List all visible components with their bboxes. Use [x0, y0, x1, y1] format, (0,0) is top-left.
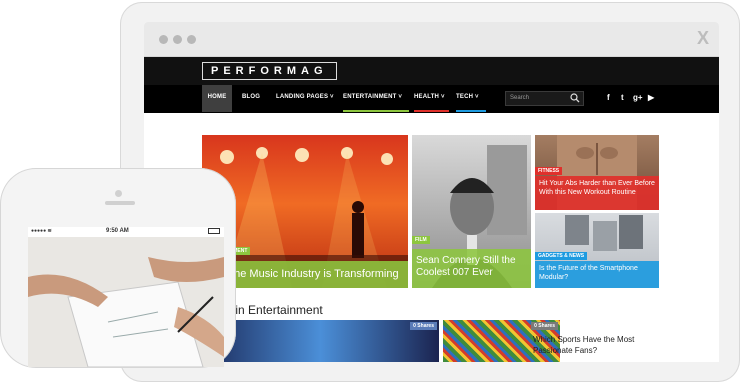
signal-icon: ●●●●● ≋ [31, 228, 52, 234]
category-tag[interactable]: FILM [412, 236, 430, 244]
post-title[interactable]: Which Sports Have the Most Passionate Fa… [533, 334, 653, 356]
browser-title-bar: X [144, 22, 719, 57]
facebook-icon[interactable]: f [607, 93, 610, 102]
status-bar: ●●●●● ≋ 9:50 AM [28, 227, 224, 237]
site-logo[interactable]: PERFORMAG [202, 62, 337, 80]
camera-icon [115, 190, 122, 197]
clock: 9:50 AM [106, 228, 129, 234]
featured-tile-fitness[interactable]: FITNESS Hit Your Abs Harder than Ever Be… [535, 135, 659, 210]
main-nav: HOME BLOG LANDING PAGES ˅ ENTERTAINMENT … [144, 85, 719, 113]
featured-tile-gadgets[interactable]: GADGETS & NEWS Is the Future of the Smar… [535, 213, 659, 288]
nav-blog[interactable]: BLOG [242, 85, 260, 112]
phone-mockup: ●●●●● ≋ 9:50 AM [0, 168, 236, 368]
search-input[interactable]: Search [505, 91, 584, 106]
share-count: 0 Shares [531, 322, 558, 330]
battery-icon [208, 228, 220, 234]
youtube-icon[interactable]: ▶ [648, 93, 654, 102]
tile-caption[interactable]: Sean Connery Still the Coolest 007 Ever [412, 249, 531, 288]
speaker-icon [105, 201, 135, 205]
twitter-icon[interactable]: t [621, 93, 624, 102]
nav-tech[interactable]: TECH ˅ [456, 85, 486, 112]
nav-underline [343, 110, 409, 112]
nav-health[interactable]: HEALTH ˅ [414, 85, 449, 112]
google-plus-icon[interactable]: g+ [633, 93, 643, 102]
featured-tile-film[interactable]: FILM Sean Connery Still the Coolest 007 … [412, 135, 531, 288]
nav-entertainment[interactable]: ENTERTAINMENT ˅ [343, 85, 409, 112]
category-tag[interactable]: FITNESS [535, 167, 563, 175]
share-count: 0 Shares [410, 322, 437, 330]
phone-screen: ●●●●● ≋ 9:50 AM [28, 227, 224, 367]
phone-hero-image [28, 237, 224, 367]
nav-home[interactable]: HOME [202, 85, 232, 112]
tile-caption[interactable]: Hit Your Abs Harder than Ever Before Wit… [535, 176, 659, 210]
nav-landing-pages[interactable]: LANDING PAGES ˅ [276, 85, 334, 112]
site-header: PERFORMAG [144, 57, 719, 85]
post-card[interactable]: 0 Shares [202, 320, 439, 362]
tile-caption[interactable]: Is the Future of the Smartphone Modular? [535, 261, 659, 288]
nav-underline [456, 110, 486, 112]
category-tag[interactable]: GADGETS & NEWS [535, 252, 588, 260]
window-dot[interactable] [159, 35, 168, 44]
search-icon[interactable] [570, 93, 580, 103]
window-dot[interactable] [187, 35, 196, 44]
window-dot[interactable] [173, 35, 182, 44]
nav-underline [414, 110, 449, 112]
close-button[interactable]: X [697, 28, 709, 49]
